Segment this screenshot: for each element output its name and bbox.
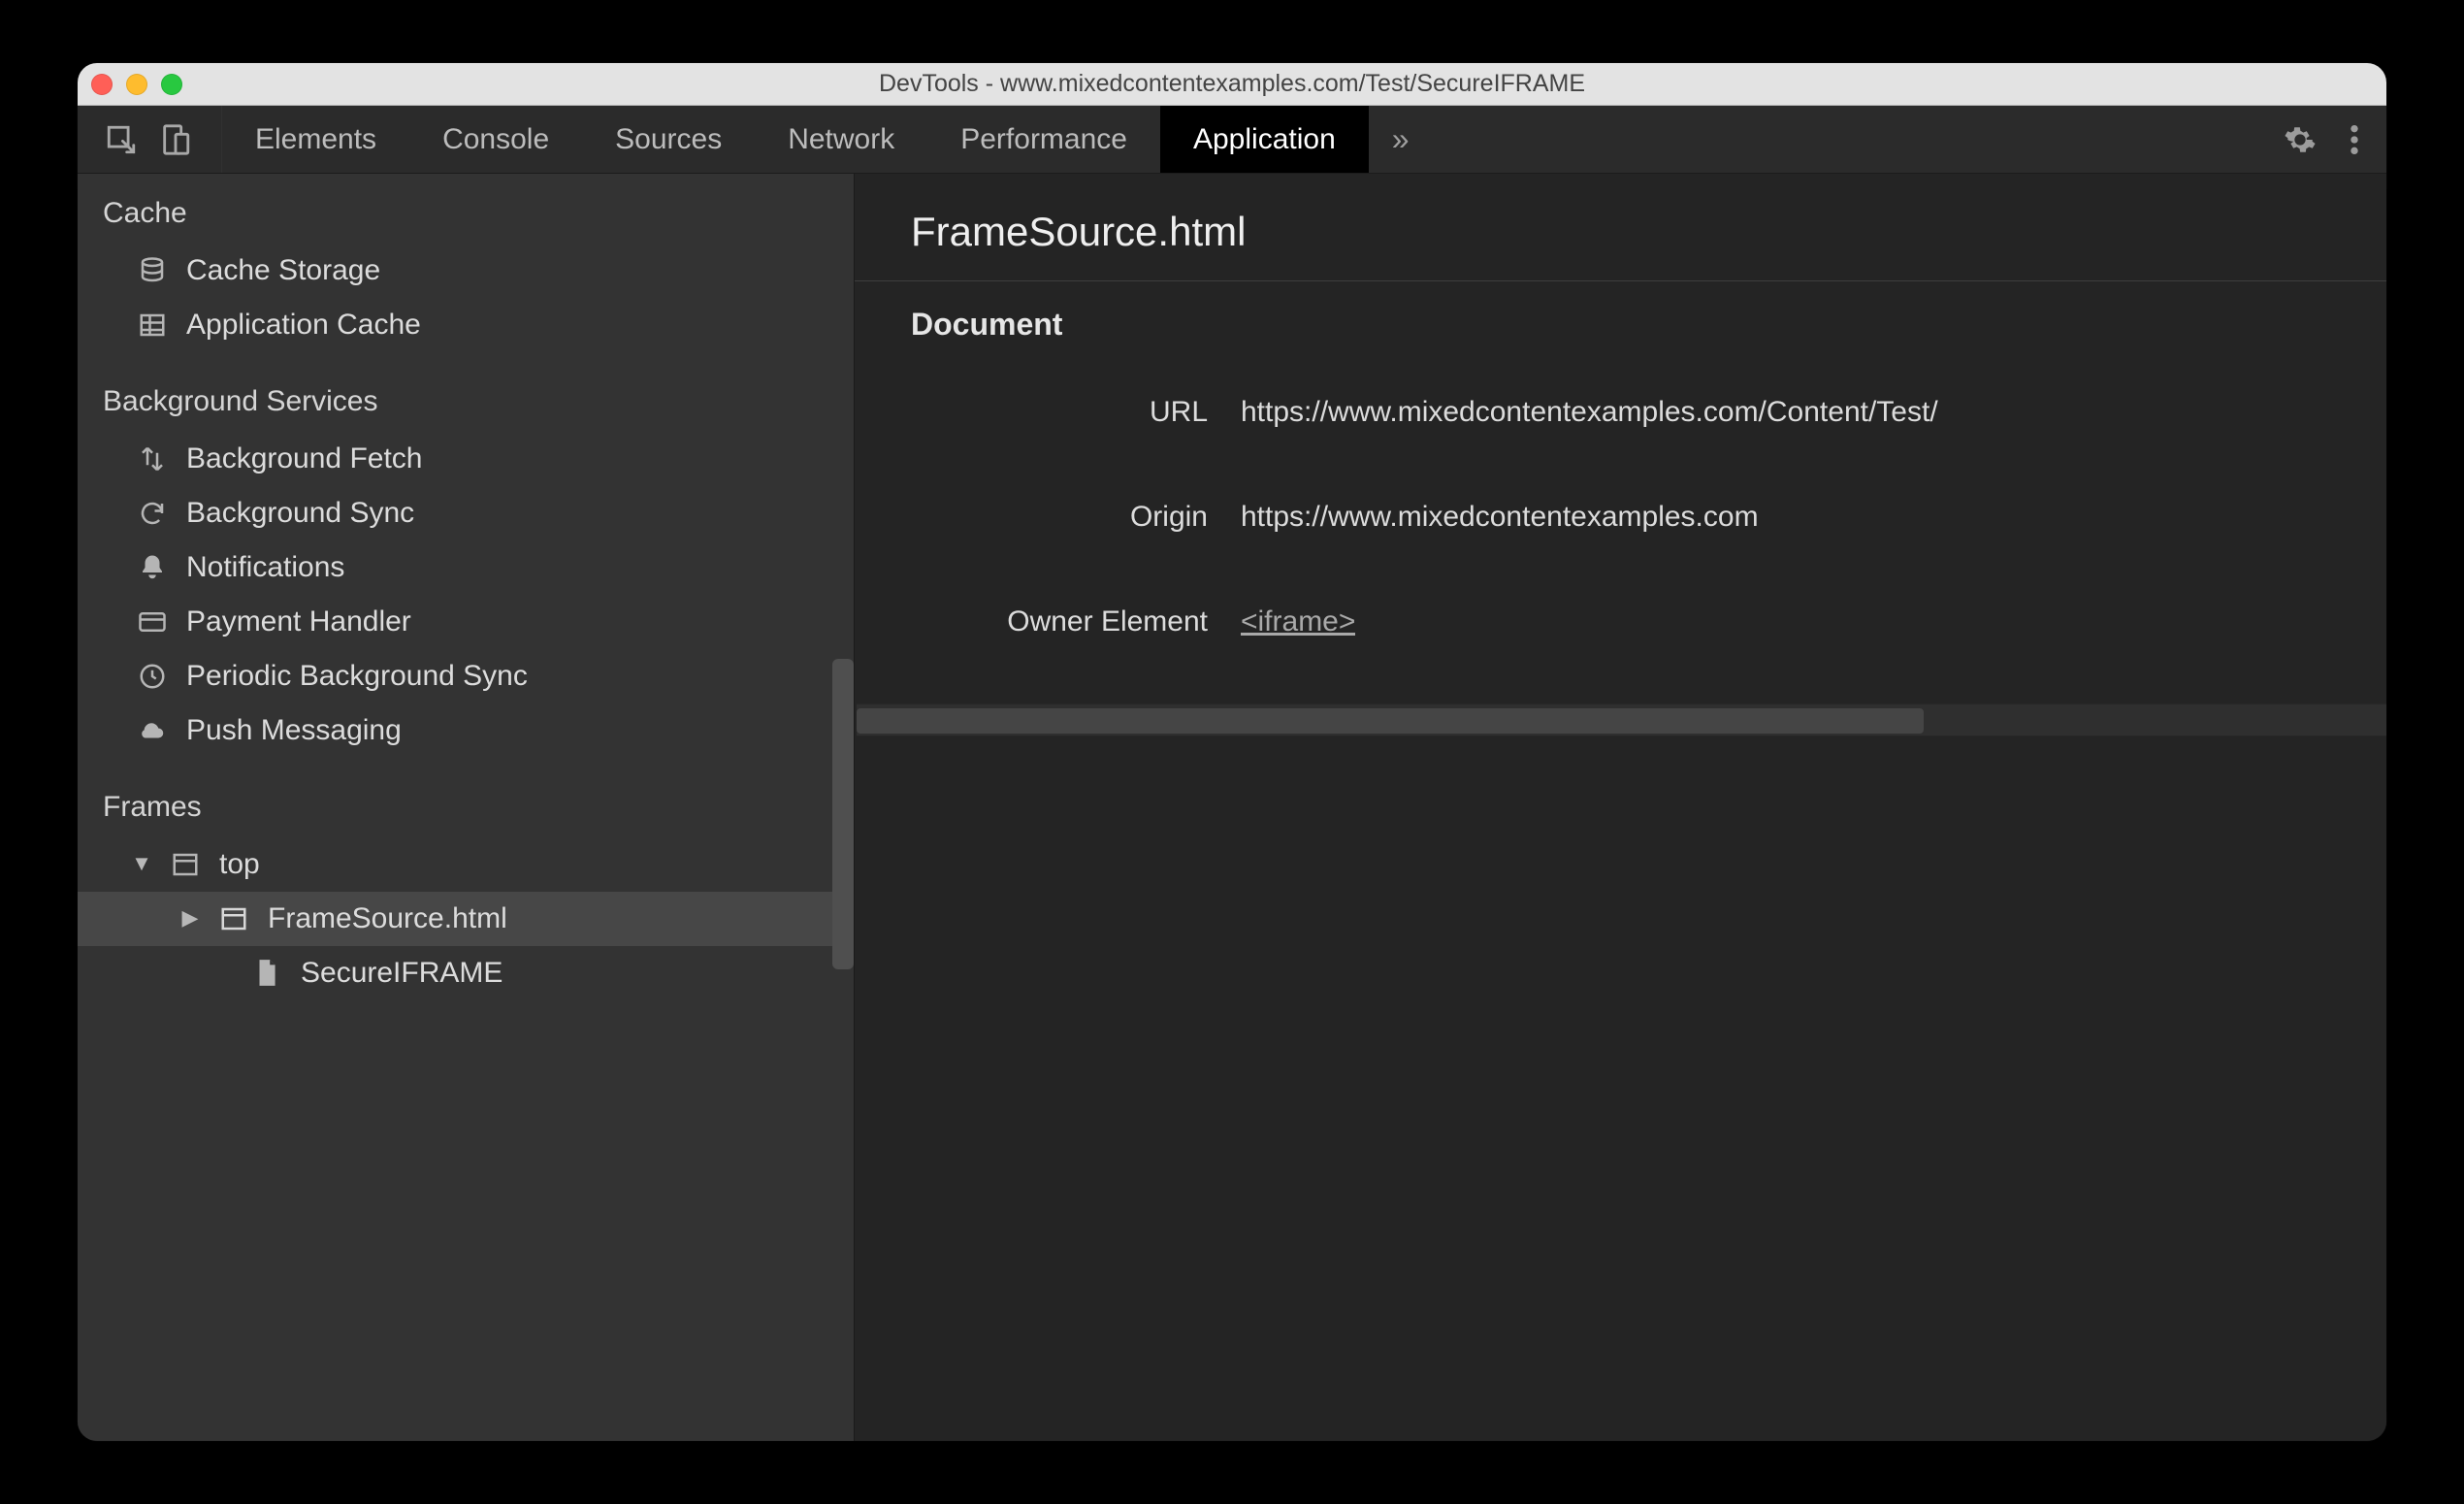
- sidebar-item-background-sync[interactable]: Background Sync: [78, 486, 854, 540]
- device-toolbar-icon[interactable]: [159, 123, 192, 156]
- document-section-title: Document: [855, 281, 2386, 352]
- value-owner-element: <iframe>: [1241, 605, 1355, 638]
- page-title: FrameSource.html: [855, 174, 2386, 281]
- settings-icon[interactable]: [2284, 123, 2317, 156]
- sidebar-item-background-fetch[interactable]: Background Fetch: [78, 432, 854, 486]
- swap-icon: [136, 444, 169, 474]
- document-properties: URL https://www.mixedcontentexamples.com…: [855, 352, 2386, 703]
- hscroll-track[interactable]: [857, 703, 2386, 736]
- owner-element-link[interactable]: <iframe>: [1241, 605, 1355, 638]
- item-label: FrameSource.html: [268, 902, 507, 935]
- window-title-bar: DevTools - www.mixedcontentexamples.com/…: [78, 63, 2386, 106]
- section-background-services: Background Services: [78, 376, 854, 432]
- window-icon: [217, 904, 250, 933]
- sidebar-scrollbar[interactable]: [832, 659, 854, 969]
- tab-console[interactable]: Console: [409, 106, 582, 173]
- row-origin: Origin https://www.mixedcontentexamples.…: [911, 465, 2340, 570]
- card-icon: [136, 607, 169, 637]
- tab-elements[interactable]: Elements: [222, 106, 409, 173]
- section-cache: Cache: [78, 187, 854, 244]
- item-label: SecureIFRAME: [301, 957, 503, 990]
- item-label: Cache Storage: [186, 254, 380, 287]
- item-label: Background Sync: [186, 497, 414, 530]
- caret-down-icon[interactable]: [132, 853, 151, 874]
- tab-performance[interactable]: Performance: [927, 106, 1160, 173]
- label-origin: Origin: [911, 501, 1241, 534]
- devtools-window: DevTools - www.mixedcontentexamples.com/…: [78, 63, 2386, 1441]
- sidebar-item-push-messaging[interactable]: Push Messaging: [78, 703, 854, 758]
- window-controls: [91, 74, 182, 95]
- sidebar-item-periodic-background-sync[interactable]: Periodic Background Sync: [78, 649, 854, 703]
- horizontal-scroll: [855, 703, 2386, 736]
- close-window-button[interactable]: [91, 74, 113, 95]
- tab-sources[interactable]: Sources: [582, 106, 755, 173]
- row-url: URL https://www.mixedcontentexamples.com…: [911, 360, 2340, 465]
- item-label: Payment Handler: [186, 605, 411, 638]
- tab-application[interactable]: Application: [1160, 106, 1369, 173]
- toolbar-left-icons: [78, 106, 222, 173]
- kebab-menu-icon[interactable]: [2350, 123, 2359, 156]
- sidebar-item-cache-storage[interactable]: Cache Storage: [78, 244, 854, 298]
- document-icon: [250, 959, 283, 988]
- item-label: Push Messaging: [186, 714, 402, 747]
- item-label: top: [219, 848, 260, 881]
- value-origin: https://www.mixedcontentexamples.com: [1241, 501, 1759, 534]
- frame-detail-panel: FrameSource.html Document URL https://ww…: [854, 174, 2386, 1441]
- bell-icon: [136, 553, 169, 582]
- caret-right-icon[interactable]: [180, 907, 200, 929]
- tab-network[interactable]: Network: [755, 106, 927, 173]
- sidebar-item-application-cache[interactable]: Application Cache: [78, 298, 854, 352]
- frames-tree-secure-iframe[interactable]: SecureIFRAME: [78, 946, 854, 1000]
- sync-icon: [136, 499, 169, 528]
- window-icon: [169, 850, 202, 879]
- label-owner-element: Owner Element: [911, 605, 1241, 638]
- database-icon: [136, 256, 169, 285]
- label-url: URL: [911, 396, 1241, 429]
- grid-icon: [136, 311, 169, 340]
- zoom-window-button[interactable]: [161, 74, 182, 95]
- item-label: Periodic Background Sync: [186, 660, 528, 693]
- sidebar-item-payment-handler[interactable]: Payment Handler: [78, 595, 854, 649]
- application-sidebar: Cache Cache Storage: [78, 174, 854, 1441]
- devtools-toolbar: Elements Console Sources Network Perform…: [78, 106, 2386, 174]
- window-title: DevTools - www.mixedcontentexamples.com/…: [78, 70, 2386, 98]
- item-label: Background Fetch: [186, 442, 422, 475]
- inspect-element-icon[interactable]: [105, 123, 138, 156]
- tabs-overflow-button[interactable]: »: [1369, 106, 1433, 173]
- hscroll-thumb[interactable]: [857, 708, 1924, 734]
- item-label: Notifications: [186, 551, 344, 584]
- frames-tree-top[interactable]: top: [78, 837, 854, 892]
- clock-icon: [136, 662, 169, 691]
- value-url: https://www.mixedcontentexamples.com/Con…: [1241, 396, 1938, 429]
- section-frames: Frames: [78, 781, 854, 837]
- sidebar-item-notifications[interactable]: Notifications: [78, 540, 854, 595]
- frames-tree-frame-source[interactable]: FrameSource.html: [78, 892, 854, 946]
- cloud-icon: [136, 716, 169, 745]
- devtools-tabs: Elements Console Sources Network Perform…: [222, 106, 1369, 173]
- row-owner-element: Owner Element <iframe>: [911, 570, 2340, 674]
- item-label: Application Cache: [186, 309, 421, 342]
- minimize-window-button[interactable]: [126, 74, 147, 95]
